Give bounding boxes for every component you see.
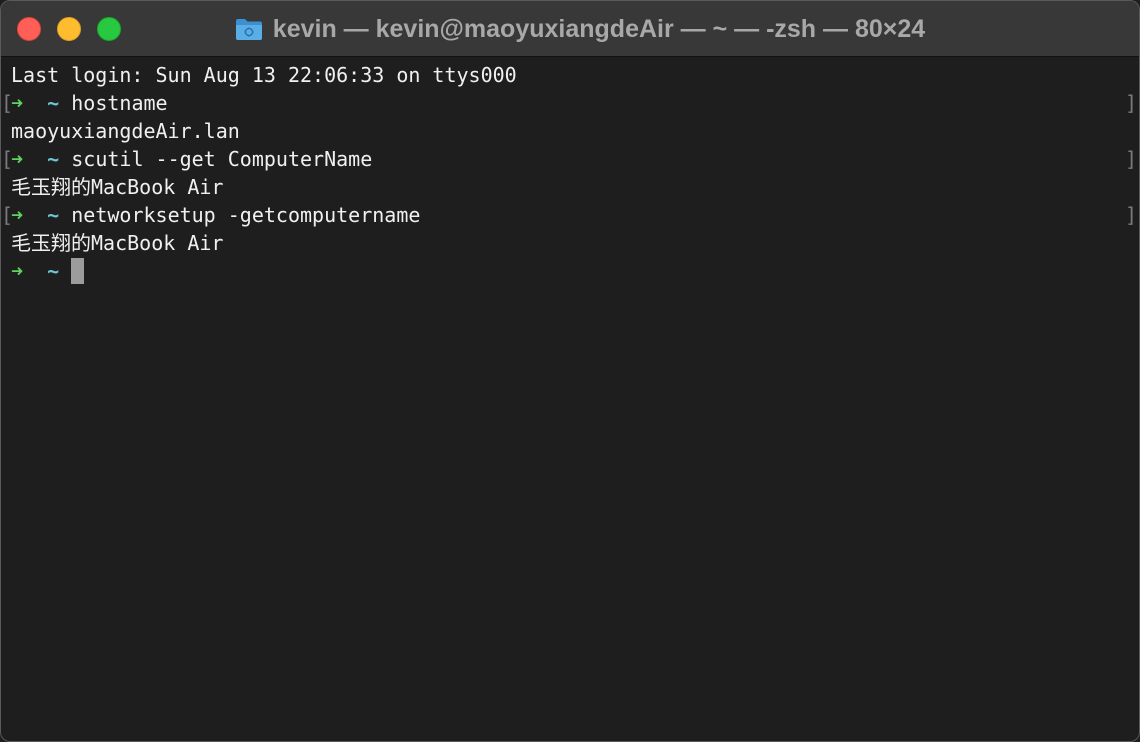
command-output: maoyuxiangdeAir.lan [11, 119, 240, 143]
terminal-window: kevin — kevin@maoyuxiangdeAir — ~ — -zsh… [0, 0, 1140, 742]
prompt-line: ➜ ~ networksetup -getcomputername [11, 201, 420, 229]
text-cursor [71, 258, 85, 284]
mark-right: ] [1124, 203, 1137, 227]
prompt-directory: ~ [47, 91, 60, 115]
prompt-arrow: ➜ [11, 147, 24, 171]
prompt-line: ➜ ~ scutil --get ComputerName [11, 145, 372, 173]
command-text: networksetup -getcomputername [71, 203, 421, 227]
mark-right: ] [1124, 147, 1137, 171]
prompt-arrow: ➜ [11, 259, 24, 283]
window-title: kevin — kevin@maoyuxiangdeAir — ~ — -zsh… [272, 14, 926, 43]
command-output: 毛玉翔的MacBook Air [11, 175, 224, 199]
prompt-arrow: ➜ [11, 203, 24, 227]
prompt-arrow: ➜ [11, 91, 24, 115]
terminal-content[interactable]: Last login: Sun Aug 13 22:06:33 on ttys0… [1, 58, 1139, 741]
mark-right: ] [1124, 91, 1137, 115]
command-text: hostname [71, 91, 168, 115]
command-text: scutil --get ComputerName [71, 147, 373, 171]
prompt-directory: ~ [47, 203, 60, 227]
prompt-directory: ~ [47, 259, 60, 283]
title-bar[interactable]: kevin — kevin@maoyuxiangdeAir — ~ — -zsh… [1, 1, 1139, 57]
prompt-directory: ~ [47, 147, 60, 171]
folder-icon [235, 17, 263, 41]
window-title-wrap: kevin — kevin@maoyuxiangdeAir — ~ — -zsh… [1, 1, 1139, 57]
prompt-line: ➜ ~ hostname [11, 89, 168, 117]
command-output: 毛玉翔的MacBook Air [11, 231, 224, 255]
last-login-line: Last login: Sun Aug 13 22:06:33 on ttys0… [11, 63, 517, 87]
current-prompt-line[interactable]: ➜ ~ [11, 257, 85, 285]
